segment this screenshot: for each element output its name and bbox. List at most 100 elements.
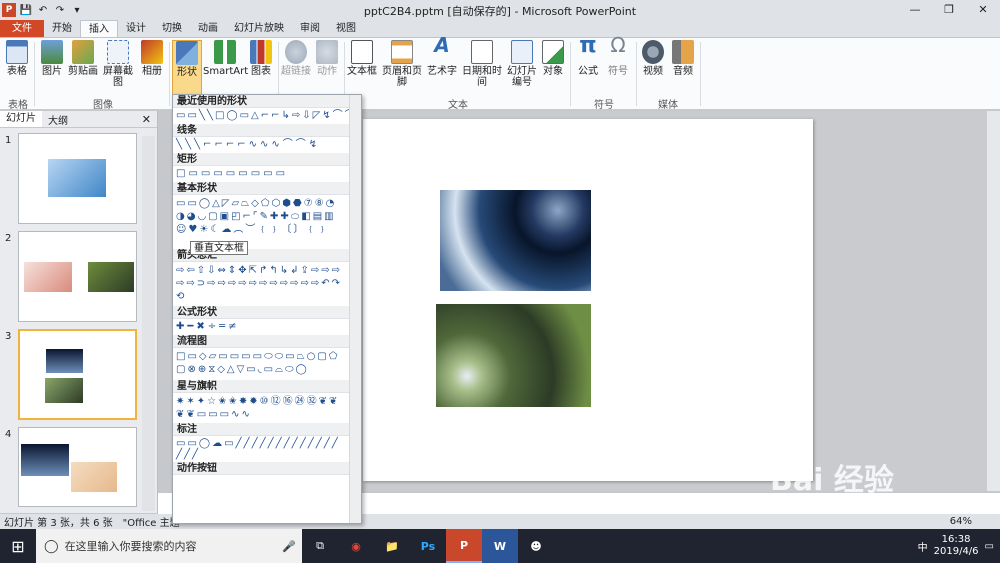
tab-file[interactable]: 文件 <box>0 20 44 37</box>
taskbar-search-box[interactable]: ◯ 在这里输入你要搜索的内容 🎤 <box>36 529 302 563</box>
datetime-button[interactable]: 日期和时间 <box>458 40 506 88</box>
symbol-button[interactable]: Ω 符号 <box>604 33 632 77</box>
picture-icon <box>41 40 63 64</box>
zoom-level[interactable]: 64% <box>950 516 972 527</box>
system-tray: 中 16:38 2019/4/6 ▭ <box>918 529 1000 563</box>
tab-slides[interactable]: 幻灯片 <box>0 111 42 127</box>
wordart-icon: A <box>434 33 450 57</box>
table-button[interactable]: 表格 <box>3 40 31 77</box>
slide-thumbnail-1[interactable] <box>18 133 137 224</box>
baidu-watermark-url: jingyan.baidu.com <box>770 495 900 511</box>
tab-design[interactable]: 设计 <box>118 20 154 37</box>
thumb-scrollbar[interactable] <box>142 136 155 511</box>
windows-taskbar: ⊞ ◯ 在这里输入你要搜索的内容 🎤 ⧉ ◉ 📁 Ps P W ☻ 中 16:3… <box>0 529 1000 563</box>
photoshop-icon[interactable]: Ps <box>410 529 446 563</box>
file-explorer-icon[interactable]: 📁 <box>374 529 410 563</box>
header-footer-icon <box>391 40 413 64</box>
restore-button[interactable]: ❐ <box>932 0 966 20</box>
category-equation-shapes: 公式形状 <box>173 306 361 319</box>
arrow-shapes-grid[interactable]: ⇨⇦⇧⇩⇔⇕✥⇱↱↰↳↲⇪⇨⇨⇨⇨⇨⊃⇨⇨⇨⇨⇨⇨⇨⇨⇨⇨⇨↶↷⟲ <box>176 264 346 304</box>
thumb-number: 3 <box>5 331 12 342</box>
equation-button[interactable]: π 公式 <box>574 35 602 78</box>
space-image[interactable] <box>440 190 591 291</box>
floral-image[interactable] <box>436 304 591 407</box>
category-stars-banners: 星与旗帜 <box>173 380 361 393</box>
callout-shapes-grid[interactable]: ▭▭◯☁▭╱╱╱╱╱╱╱╱╱╱╱╱╱╱╱╱ <box>176 438 346 460</box>
shapes-menu-scrollbar[interactable] <box>349 95 361 523</box>
album-button[interactable]: 相册 <box>140 40 164 77</box>
category-rectangles: 矩形 <box>173 153 361 166</box>
slide-number-button[interactable]: 幻灯片 编号 <box>507 40 537 88</box>
tab-view[interactable]: 视图 <box>328 20 364 37</box>
vertical-scrollbar[interactable] <box>987 111 1000 491</box>
word-icon[interactable]: W <box>482 529 518 563</box>
textbox-icon <box>351 40 373 64</box>
user-app-icon[interactable]: ☻ <box>518 529 554 563</box>
tab-slideshow[interactable]: 幻灯片放映 <box>226 20 292 37</box>
equation-shapes-row[interactable]: ✚━✖÷═≠ <box>176 321 346 333</box>
tab-outline[interactable]: 大纲 <box>42 112 74 127</box>
slide-thumbnail-4[interactable] <box>18 427 137 507</box>
shape-tooltip: 垂直文本框 <box>190 241 248 255</box>
table-icon <box>6 40 28 64</box>
clipart-button[interactable]: 剪贴画 <box>66 40 100 77</box>
recent-shapes-row[interactable]: ▭▭╲╲□◯▭△⌐⌐↳⇨⇩◸↯⌒⌒{} <box>176 110 361 122</box>
minimize-button[interactable]: — <box>898 0 932 20</box>
slide-thumbnail-2[interactable] <box>18 231 137 322</box>
calendar-icon <box>471 40 493 64</box>
header-footer-button[interactable]: 页眉和页脚 <box>378 40 426 88</box>
save-icon[interactable]: 💾 <box>19 3 33 17</box>
action-button[interactable]: 动作 <box>313 40 341 77</box>
category-flowchart: 流程图 <box>173 335 361 348</box>
shapes-icon <box>176 41 198 65</box>
ribbon-tabs: 文件 开始 插入 设计 切换 动画 幻灯片放映 审阅 视图 <box>0 20 1000 38</box>
powerpoint-taskbar-icon[interactable]: P <box>446 529 482 563</box>
thumb-number: 4 <box>5 429 12 440</box>
textbox-button[interactable]: 文本框 <box>347 40 377 77</box>
slide-thumbnail-3[interactable] <box>18 329 137 420</box>
hyperlink-button[interactable]: 超链接 <box>281 40 311 77</box>
picture-button[interactable]: 图片 <box>38 40 66 77</box>
tab-animations[interactable]: 动画 <box>190 20 226 37</box>
omega-icon: Ω <box>610 33 626 57</box>
tab-transitions[interactable]: 切换 <box>154 20 190 37</box>
undo-icon[interactable]: ↶ <box>36 3 50 17</box>
basic-shapes-grid[interactable]: ▭▭◯△◸▱⏢◇⬠⬡⬢⬣⑦⑧◔◑◕◡▢▣◰⌐⌜✎✚✚⬭◧▤▥☺♥☀☾☁︵︶﹛﹜〔… <box>176 197 346 247</box>
redo-icon[interactable]: ↷ <box>53 3 67 17</box>
close-button[interactable]: ✕ <box>966 0 1000 20</box>
rectangle-shapes-row[interactable]: □▭▭▭▭▭▭▭▭ <box>176 168 346 180</box>
thumb-number: 2 <box>5 233 12 244</box>
object-button[interactable]: 对象 <box>540 40 566 77</box>
category-recent: 最近使用的形状 <box>173 95 361 108</box>
windows-start-icon[interactable]: ⊞ <box>0 529 36 563</box>
video-button[interactable]: 视频 <box>639 40 667 77</box>
title-bar: P 💾 ↶ ↷ ▾ pptC2B4.pptm [自动保存的] - Microso… <box>0 0 1000 20</box>
chrome-icon[interactable]: ◉ <box>338 529 374 563</box>
screenshot-button[interactable]: 屏幕截图 <box>100 40 136 88</box>
category-action-buttons: 动作按钮 <box>173 462 361 475</box>
audio-button[interactable]: 音频 <box>670 40 696 77</box>
tab-insert[interactable]: 插入 <box>80 20 118 37</box>
customize-qat-icon[interactable]: ▾ <box>70 3 84 17</box>
ime-indicator[interactable]: 中 <box>918 539 928 554</box>
star-shapes-grid[interactable]: ✷✶✦☆✬✬✸✹⑩⑫⑯㉔㉜❦❦❦❦▭▭▭∿∿ <box>176 395 346 421</box>
slide-counter: 幻灯片 第 3 张，共 6 张 <box>4 518 113 529</box>
line-shapes-row[interactable]: ╲╲╲⌐⌐⌐⌐∿∿∿⌒⌒↯ <box>176 139 346 151</box>
close-pane-icon[interactable]: ✕ <box>136 113 157 126</box>
tab-review[interactable]: 审阅 <box>292 20 328 37</box>
wordart-button[interactable]: A 艺术字 <box>427 33 457 77</box>
clock[interactable]: 16:38 2019/4/6 <box>934 534 979 558</box>
notification-icon[interactable]: ▭ <box>985 541 994 552</box>
microphone-icon[interactable]: 🎤 <box>282 540 296 553</box>
flowchart-shapes-grid[interactable]: □▭◇▱▭▭▭▭⬭⬭▭⏢○▢⬠▢⊗⊕⧖◇△▽▭◟▭⌓⬭◯ <box>176 350 346 378</box>
album-icon <box>141 40 163 64</box>
smartart-button[interactable]: SmartArt <box>203 40 248 77</box>
globe-icon <box>285 40 307 64</box>
chart-button[interactable]: 图表 <box>249 40 273 77</box>
group-label-image: 图像 <box>93 100 113 111</box>
chart-icon <box>250 40 272 64</box>
tab-home[interactable]: 开始 <box>44 20 80 37</box>
task-view-icon[interactable]: ⧉ <box>302 529 338 563</box>
current-slide[interactable] <box>363 119 813 481</box>
shapes-button[interactable]: 形状 <box>172 40 202 96</box>
